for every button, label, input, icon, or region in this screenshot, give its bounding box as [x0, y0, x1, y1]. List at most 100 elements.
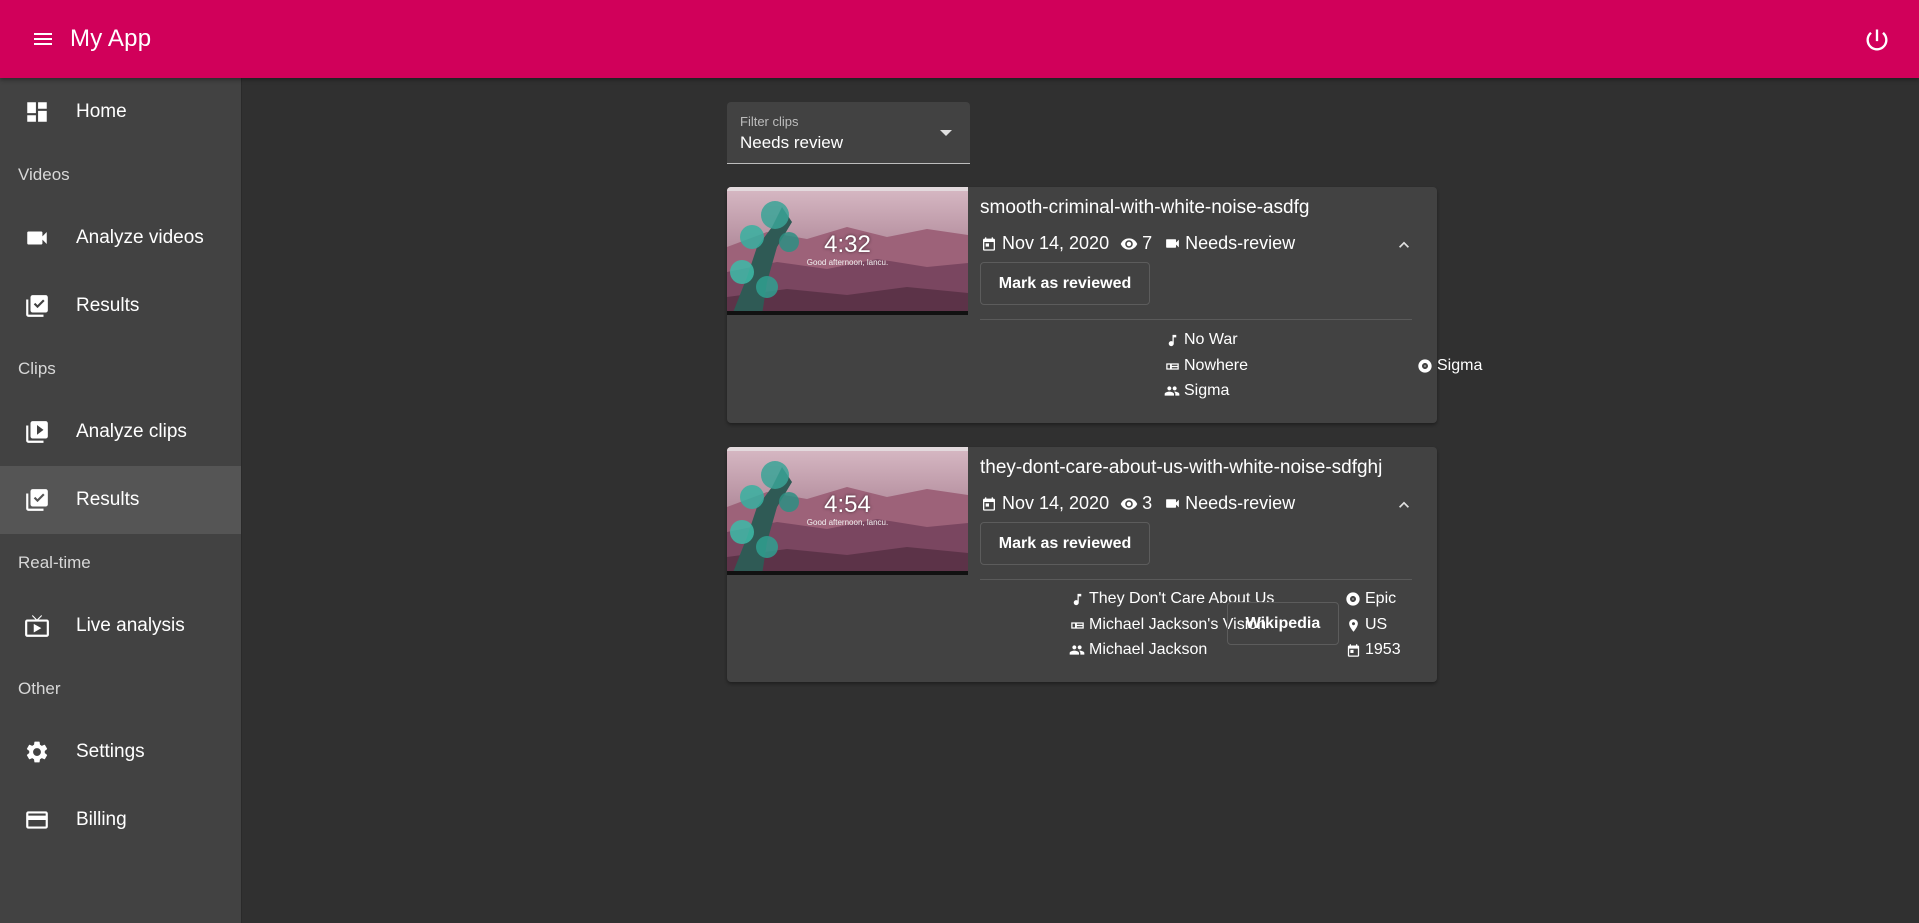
library-add-check-icon	[24, 487, 50, 513]
location-pin-icon	[1345, 617, 1361, 633]
people-icon	[1069, 642, 1085, 658]
clip-status: Needs-review	[1163, 493, 1295, 514]
sidebar-item-billing[interactable]: Billing	[0, 786, 241, 854]
clip-card: 4:32 Good afternoon, lancu. smooth-crimi…	[727, 187, 1482, 423]
live-tv-icon	[24, 613, 50, 639]
clip-status-text: Needs-review	[1185, 233, 1296, 253]
sidebar-section-realtime: Real-time	[18, 553, 91, 572]
sidebar-item-label: Home	[76, 101, 127, 122]
power-icon[interactable]	[1863, 26, 1891, 54]
library-add-check-icon	[24, 293, 50, 319]
sidebar: Home Videos Analyze videos Results Clips…	[0, 78, 242, 923]
artist-text: Michael Jackson	[1089, 641, 1208, 658]
credit-card-icon	[24, 807, 50, 833]
artist-info: Michael Jackson	[1069, 641, 1207, 659]
album-icon	[1164, 358, 1180, 374]
clip-thumbnail[interactable]: 4:32 Good afternoon, lancu.	[727, 187, 968, 315]
divider	[980, 579, 1412, 580]
sidebar-item-label: Results	[76, 295, 140, 316]
year-info: 1953	[1345, 641, 1401, 659]
sidebar-item-clip-results[interactable]: Results	[0, 466, 241, 534]
sidebar-item-analyze-videos[interactable]: Analyze videos	[0, 204, 241, 272]
thumbnail-greeting: Good afternoon, lancu.	[806, 258, 889, 267]
mark-as-reviewed-button[interactable]: Mark as reviewed	[980, 262, 1150, 305]
album-info: Nowhere	[1164, 357, 1248, 375]
song-info: No War	[1164, 331, 1238, 349]
artist-info: Sigma	[1164, 382, 1229, 400]
gear-icon	[24, 739, 50, 765]
clip-date-text: Nov 14, 2020	[1002, 493, 1110, 513]
sidebar-item-label: Billing	[76, 809, 127, 830]
clip-status: Needs-review	[1163, 233, 1295, 254]
dashboard-icon	[24, 99, 50, 125]
menu-icon[interactable]	[30, 26, 56, 52]
clip-meta: Nov 14, 2020 7 Needs-review	[980, 233, 1306, 254]
videocam-icon	[1163, 495, 1181, 513]
label-text: Sigma	[1437, 357, 1483, 374]
clip-thumbnail[interactable]: 4:54 Good afternoon, lancu.	[727, 447, 968, 575]
record-label-icon	[1345, 591, 1361, 607]
year-text: 1953	[1365, 641, 1401, 658]
thumbnail-bar	[727, 571, 968, 575]
label-text: Epic	[1365, 590, 1397, 607]
thumbnail-greeting: Good afternoon, lancu.	[806, 518, 889, 527]
sidebar-item-label: Analyze videos	[76, 227, 204, 248]
clip-views-text: 7	[1142, 233, 1153, 253]
sidebar-item-settings[interactable]: Settings	[0, 718, 241, 786]
country-text: US	[1365, 616, 1388, 633]
sidebar-item-label: Analyze clips	[76, 421, 187, 442]
country-info: US	[1345, 616, 1387, 634]
label-info: Sigma	[1417, 357, 1482, 375]
sidebar-section-other: Other	[18, 679, 61, 698]
calendar-icon	[980, 235, 998, 253]
sidebar-item-home[interactable]: Home	[0, 78, 241, 146]
sidebar-item-analyze-clips[interactable]: Analyze clips	[0, 398, 241, 466]
filter-clips-select[interactable]: Filter clips Needs review	[727, 102, 970, 164]
main-content: Filter clips Needs review 4:32 Good afte…	[243, 78, 1919, 923]
clip-title: they-dont-care-about-us-with-white-noise…	[980, 457, 1383, 478]
dropdown-arrow-icon	[940, 130, 952, 136]
people-icon	[1164, 383, 1180, 399]
chevron-up-icon[interactable]	[1394, 235, 1414, 255]
clip-title: smooth-criminal-with-white-noise-asdfg	[980, 197, 1310, 218]
eye-icon	[1120, 235, 1138, 253]
music-note-icon	[1069, 591, 1085, 607]
app-bar: My App	[0, 0, 1919, 78]
clip-views: 3	[1120, 493, 1152, 514]
calendar-icon	[980, 495, 998, 513]
album-icon	[1069, 617, 1085, 633]
app-title: My App	[70, 25, 152, 52]
sidebar-item-live-analysis[interactable]: Live analysis	[0, 592, 241, 660]
sidebar-item-label: Settings	[76, 741, 145, 762]
clip-status-text: Needs-review	[1185, 493, 1296, 513]
mark-as-reviewed-button[interactable]: Mark as reviewed	[980, 522, 1150, 565]
clip-views-text: 3	[1142, 493, 1153, 513]
clip-meta: Nov 14, 2020 3 Needs-review	[980, 493, 1306, 514]
filter-value: Needs review	[740, 133, 843, 152]
clip-date: Nov 14, 2020	[980, 233, 1109, 254]
thumbnail-bar	[727, 311, 968, 315]
thumbnail-time: 4:32	[824, 231, 871, 258]
clip-date-text: Nov 14, 2020	[1002, 233, 1110, 253]
sidebar-item-label: Live analysis	[76, 615, 185, 636]
clip-views: 7	[1120, 233, 1152, 254]
chevron-up-icon[interactable]	[1394, 495, 1414, 515]
calendar-icon	[1345, 642, 1361, 658]
video-library-icon	[24, 419, 50, 445]
eye-icon	[1120, 495, 1138, 513]
clip-date: Nov 14, 2020	[980, 493, 1109, 514]
artist-text: Sigma	[1184, 382, 1230, 399]
wikipedia-button[interactable]: Wikipedia	[1227, 602, 1339, 645]
record-label-icon	[1417, 358, 1433, 374]
thumbnail-time: 4:54	[824, 491, 871, 518]
divider	[980, 319, 1412, 320]
videocam-icon	[24, 225, 50, 251]
song-text: No War	[1184, 331, 1238, 348]
videocam-icon	[1163, 235, 1181, 253]
album-text: Nowhere	[1184, 357, 1249, 374]
sidebar-item-video-results[interactable]: Results	[0, 272, 241, 340]
sidebar-section-videos: Videos	[18, 165, 70, 184]
sidebar-section-clips: Clips	[18, 359, 56, 378]
music-note-icon	[1164, 332, 1180, 348]
sidebar-item-label: Results	[76, 489, 140, 510]
